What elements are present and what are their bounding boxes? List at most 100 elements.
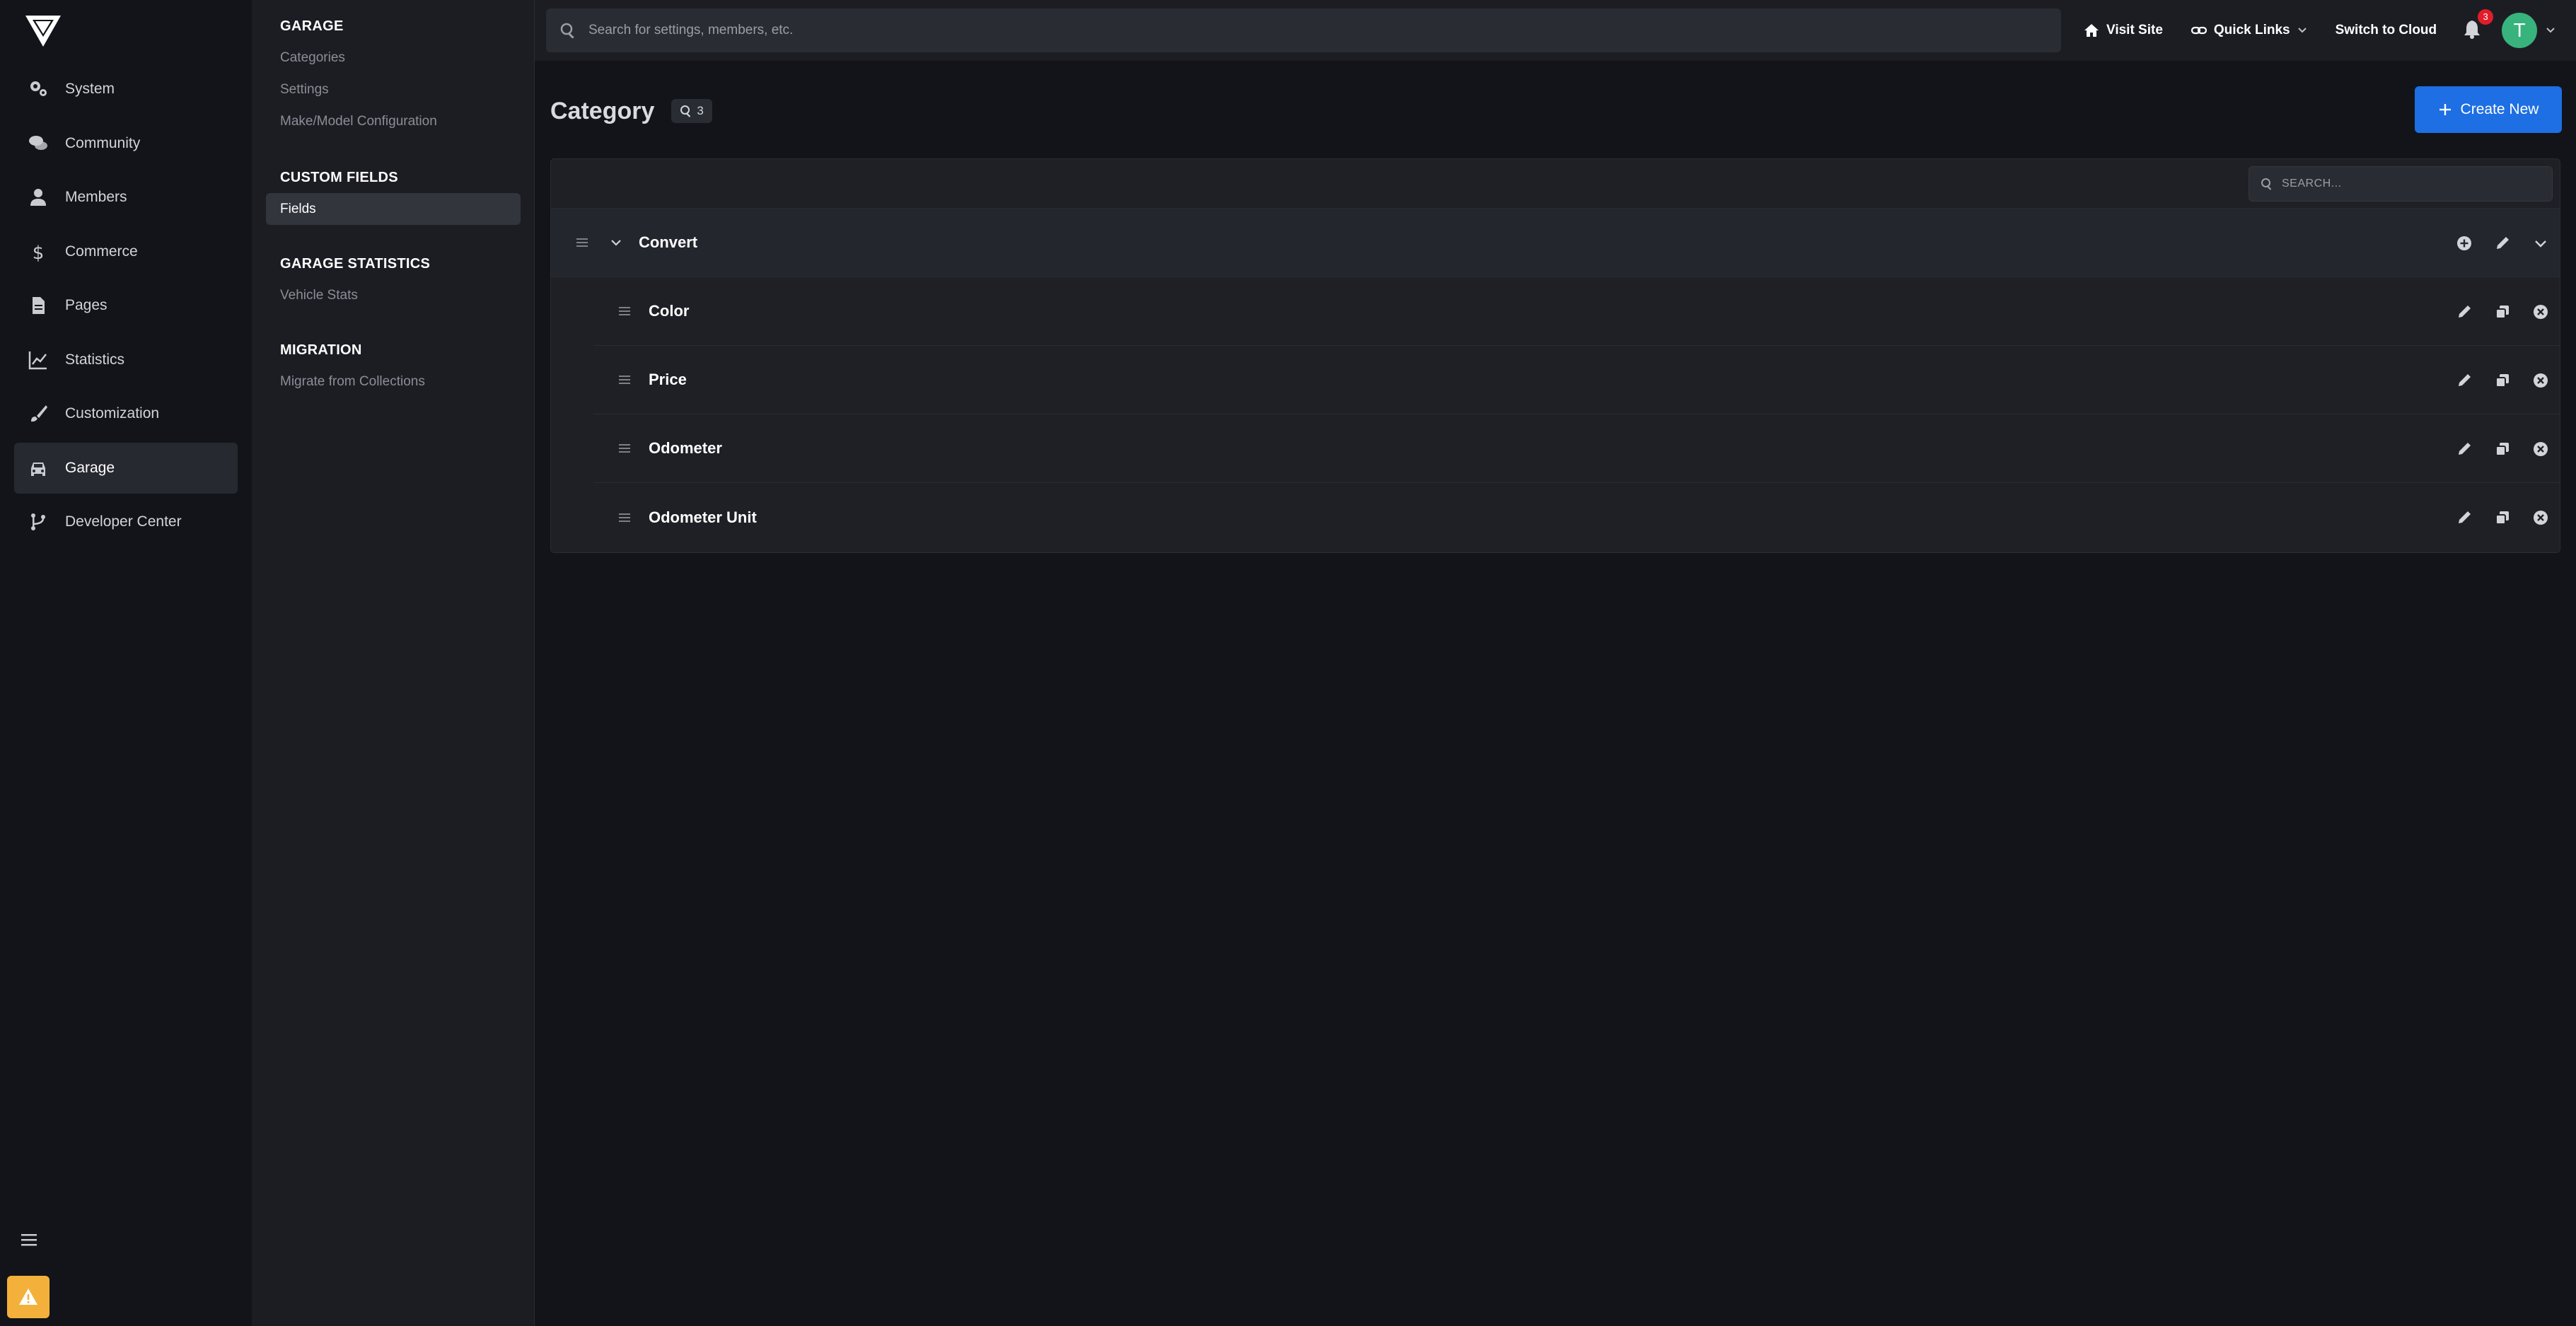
notifications-button[interactable]: 3 xyxy=(2462,9,2494,42)
field-label: Odometer xyxy=(649,439,722,457)
copy-field-button[interactable] xyxy=(2493,371,2512,390)
primary-nav: System Community Members $ Commerce Page… xyxy=(14,64,238,551)
quick-links-dropdown[interactable]: Quick Links xyxy=(2191,23,2307,38)
chevron-down-icon[interactable] xyxy=(609,235,623,250)
edit-field-button[interactable] xyxy=(2455,303,2473,321)
sidebar-item-system[interactable]: System xyxy=(14,64,238,115)
page-header: Category 3 Create New xyxy=(550,86,2562,136)
subnav-link-vehicle-stats[interactable]: Vehicle Stats xyxy=(266,279,521,311)
drag-handle-icon[interactable] xyxy=(616,440,633,457)
sidebar-item-statistics[interactable]: Statistics xyxy=(14,335,238,385)
subnav-link-settings[interactable]: Settings xyxy=(266,74,521,105)
close-circle-icon xyxy=(2534,510,2548,525)
plus-icon xyxy=(2439,104,2451,115)
car-icon xyxy=(28,458,48,478)
pencil-icon xyxy=(2459,305,2471,318)
drag-handle-icon[interactable] xyxy=(616,303,633,320)
menu-toggle-icon[interactable] xyxy=(20,1231,38,1249)
sidebar-item-community[interactable]: Community xyxy=(14,118,238,169)
brush-icon xyxy=(28,404,48,424)
edit-field-button[interactable] xyxy=(2455,508,2473,527)
svg-text:$: $ xyxy=(33,243,45,262)
warning-icon xyxy=(19,1289,37,1305)
copy-field-button[interactable] xyxy=(2493,508,2512,527)
field-label: Price xyxy=(649,371,687,388)
create-new-label: Create New xyxy=(2460,101,2539,117)
fields-panel: Convert Color xyxy=(550,158,2560,553)
field-row[interactable]: Odometer xyxy=(593,414,2560,483)
comments-icon xyxy=(28,134,48,153)
edit-field-button[interactable] xyxy=(2455,440,2473,458)
row-actions xyxy=(2435,209,2550,277)
sidebar-item-garage[interactable]: Garage xyxy=(14,442,238,494)
close-circle-icon xyxy=(2534,441,2548,456)
edit-category-button[interactable] xyxy=(2493,234,2512,252)
copy-field-button[interactable] xyxy=(2493,303,2512,321)
subnav-heading: MIGRATION xyxy=(280,342,362,358)
switch-to-cloud-link[interactable]: Switch to Cloud xyxy=(2336,23,2437,38)
category-row[interactable]: Convert xyxy=(551,209,2560,277)
pencil-icon xyxy=(2497,236,2509,249)
row-actions xyxy=(2435,414,2550,483)
home-icon xyxy=(2084,24,2099,37)
drag-handle-icon[interactable] xyxy=(574,234,591,251)
search-input[interactable] xyxy=(588,23,2061,38)
sidebar-item-developer-center[interactable]: Developer Center xyxy=(14,496,238,547)
user-icon xyxy=(28,187,48,207)
global-search xyxy=(546,8,2061,52)
add-field-button[interactable] xyxy=(2455,234,2473,252)
subnav-link-categories[interactable]: Categories xyxy=(266,42,521,74)
category-label: Convert xyxy=(639,233,698,251)
delete-field-button[interactable] xyxy=(2531,303,2550,321)
sidebar-item-members[interactable]: Members xyxy=(14,172,238,223)
create-new-button[interactable]: Create New xyxy=(2415,86,2562,133)
code-branch-icon xyxy=(28,512,48,532)
logo-icon[interactable] xyxy=(25,16,61,47)
field-row[interactable]: Color xyxy=(593,277,2560,346)
pencil-icon xyxy=(2459,511,2471,523)
sidebar-item-label: Members xyxy=(65,189,127,205)
subnav-link-fields[interactable]: Fields xyxy=(266,193,521,225)
avatar[interactable]: T xyxy=(2502,13,2538,48)
search-icon xyxy=(2261,178,2272,190)
switch-to-cloud-label: Switch to Cloud xyxy=(2335,23,2437,37)
sidebar-item-customization[interactable]: Customization xyxy=(14,388,238,439)
drag-handle-icon[interactable] xyxy=(616,509,633,526)
gears-icon xyxy=(28,79,48,99)
visit-site-link[interactable]: Visit Site xyxy=(2084,23,2163,38)
copy-field-button[interactable] xyxy=(2493,440,2512,458)
drag-handle-icon[interactable] xyxy=(616,371,633,388)
chevron-down-icon xyxy=(2535,240,2546,248)
collapse-category-button[interactable] xyxy=(2531,234,2550,252)
chevron-down-icon[interactable] xyxy=(2546,25,2555,35)
chart-line-icon xyxy=(28,350,48,370)
sidebar-item-label: Statistics xyxy=(65,351,125,368)
copy-icon xyxy=(2495,442,2509,456)
copy-icon xyxy=(2495,511,2509,525)
delete-field-button[interactable] xyxy=(2531,508,2550,527)
count-badge: 3 xyxy=(671,99,712,123)
primary-sidebar: System Community Members $ Commerce Page… xyxy=(0,0,252,1326)
field-row[interactable]: Price xyxy=(593,346,2560,414)
field-label: Odometer Unit xyxy=(649,508,757,526)
link-icon xyxy=(2191,26,2207,35)
subnav-link-migrate[interactable]: Migrate from Collections xyxy=(266,366,521,397)
close-circle-icon xyxy=(2534,304,2548,319)
sidebar-item-pages[interactable]: Pages xyxy=(14,280,238,331)
sidebar-item-label: Pages xyxy=(65,297,108,313)
page-title: Category xyxy=(550,97,655,124)
panel-search-input[interactable] xyxy=(2282,178,2552,190)
close-circle-icon xyxy=(2534,373,2548,388)
field-row[interactable]: Odometer Unit xyxy=(593,483,2560,552)
panel-search xyxy=(2249,166,2553,202)
sidebar-item-commerce[interactable]: $ Commerce xyxy=(14,226,238,277)
delete-field-button[interactable] xyxy=(2531,440,2550,458)
subnav-link-make-model[interactable]: Make/Model Configuration xyxy=(266,105,521,137)
warning-button[interactable] xyxy=(7,1276,50,1318)
delete-field-button[interactable] xyxy=(2531,371,2550,390)
sidebar-item-label: System xyxy=(65,81,115,97)
subnav-heading: GARAGE xyxy=(280,18,344,34)
copy-icon xyxy=(2495,305,2509,319)
count-value: 3 xyxy=(697,104,704,117)
edit-field-button[interactable] xyxy=(2455,371,2473,390)
